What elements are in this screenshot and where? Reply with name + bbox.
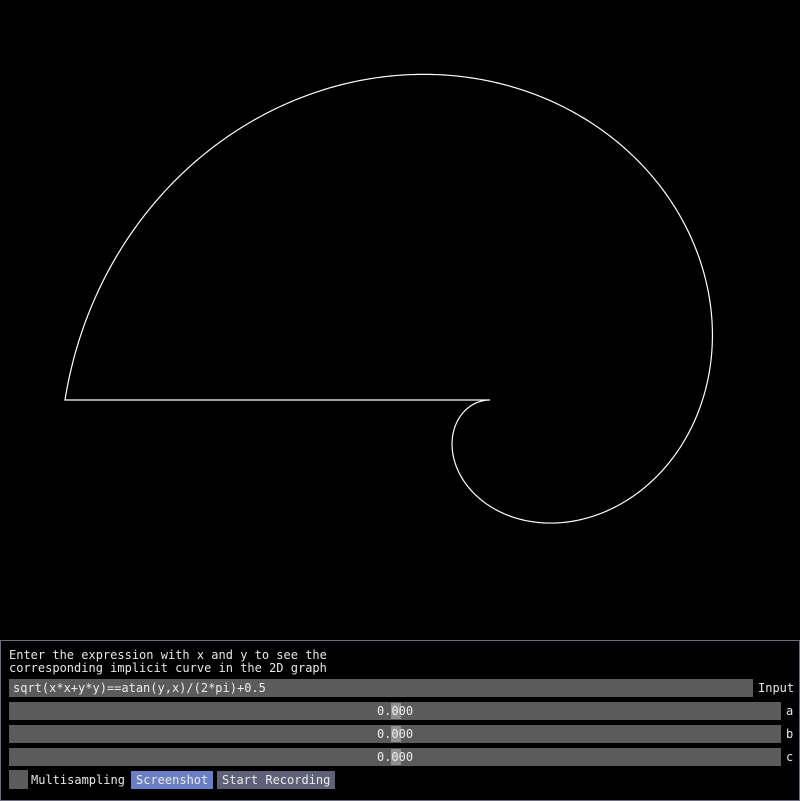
slider-c-label: c	[786, 750, 794, 764]
instructions-line-1: Enter the expression with x and y to see…	[9, 648, 327, 662]
control-panel: Enter the expression with x and y to see…	[0, 640, 800, 801]
multisampling-checkbox[interactable]	[9, 770, 28, 789]
expression-label: Input	[758, 681, 795, 695]
slider-b-label: b	[786, 727, 794, 741]
expression-input[interactable]: sqrt(x*x+y*y)==atan(y,x)/(2*pi)+0.5	[9, 679, 753, 697]
slider-b-value: 0.000	[376, 727, 414, 741]
slider-a-value: 0.000	[376, 704, 414, 718]
slider-row-c: 0.000 c	[9, 748, 793, 766]
slider-c-value: 0.000	[376, 750, 414, 764]
slider-a-label: a	[786, 704, 794, 718]
slider-row-a: 0.000 a	[9, 702, 793, 720]
start-recording-button[interactable]: Start Recording	[217, 771, 336, 789]
graph-canvas[interactable]	[0, 0, 800, 640]
implicit-curve	[64, 73, 714, 524]
screenshot-button[interactable]: Screenshot	[131, 771, 214, 789]
slider-c[interactable]: 0.000	[9, 748, 781, 766]
slider-row-b: 0.000 b	[9, 725, 793, 743]
slider-b[interactable]: 0.000	[9, 725, 781, 743]
slider-a[interactable]: 0.000	[9, 702, 781, 720]
instructions-text: Enter the expression with x and y to see…	[9, 649, 327, 675]
expression-row: sqrt(x*x+y*y)==atan(y,x)/(2*pi)+0.5 Inpu…	[9, 679, 795, 697]
instructions-line-2: corresponding implicit curve in the 2D g…	[9, 661, 327, 675]
multisampling-label: Multisampling	[31, 773, 125, 787]
